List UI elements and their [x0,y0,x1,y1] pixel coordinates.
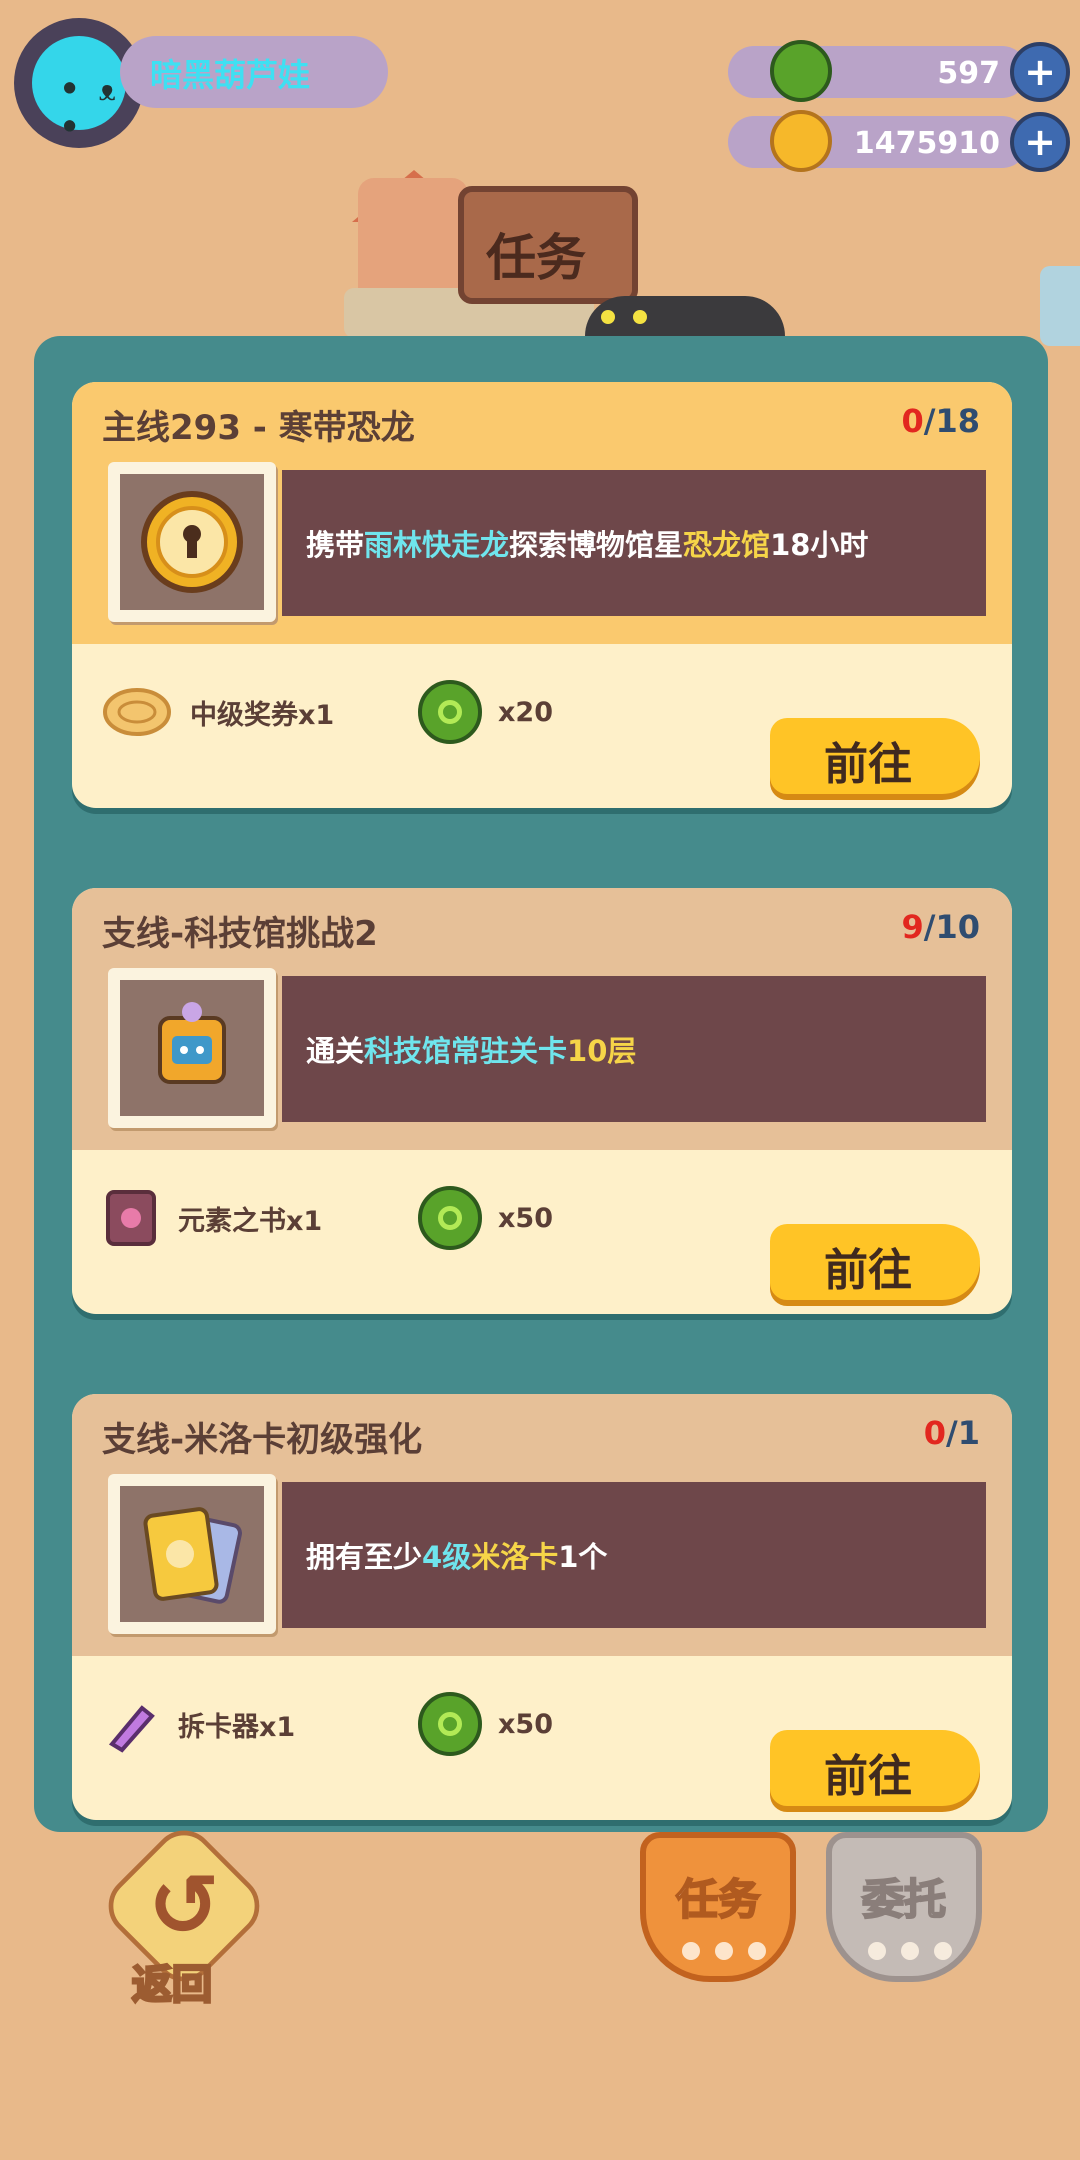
task-description-band: 通关科技馆常驻关卡10层 [282,976,986,1122]
reward-item: x50 [418,1692,553,1756]
add-green-currency-button[interactable]: + [1010,42,1070,102]
robot-backpack-icon [158,1002,226,1084]
tab-tasks[interactable]: 任务 [640,1832,796,1982]
green-donut-coin-icon [418,680,482,744]
reward-item: x50 [418,1186,553,1250]
task-title: 支线-科技馆挑战2 [102,914,378,954]
task-card: 主线293 - 寒带恐龙 0/18 携带雨林快走龙探索博物馆星恐龙馆18小时 中… [72,382,1012,808]
book-icon [106,1190,156,1246]
card-opener-icon [108,1705,155,1753]
add-gold-currency-button[interactable]: + [1010,112,1070,172]
task-panel[interactable]: 主线293 - 寒带恐龙 0/18 携带雨林快走龙探索博物馆星恐龙馆18小时 中… [34,336,1048,1832]
task-thumbnail [108,968,276,1128]
player-name: 暗黑葫芦娃 [150,56,311,94]
cat-face-icon: • ᴥ • [32,36,126,146]
paw-icon [682,1942,766,1962]
reward-item: 中级奖券x1 [102,682,334,742]
go-button[interactable]: 前往 [770,1730,980,1806]
task-description-band: 携带雨林快走龙探索博物馆星恐龙馆18小时 [282,470,986,616]
task-thumbnail [108,462,276,622]
reward-item: x20 [418,680,553,744]
task-description: 拥有至少4级米洛卡1个 [306,1540,608,1574]
reward-label: 拆卡器x1 [178,1711,296,1743]
cards-icon [143,1507,242,1604]
reward-item: 拆卡器x1 [102,1694,295,1754]
task-title: 支线-米洛卡初级强化 [102,1420,423,1460]
go-button[interactable]: 前往 [770,1224,980,1300]
tab-commission[interactable]: 委托 [826,1832,982,1982]
task-card: 支线-科技馆挑战2 9/10 通关科技馆常驻关卡10层 元素之书x1 x50 前… [72,888,1012,1314]
back-label: 返回 [131,1961,214,2010]
gold-planet-coin-icon [770,110,832,172]
task-description-band: 拥有至少4级米洛卡1个 [282,1482,986,1628]
green-currency-value: 597 [937,56,1000,91]
ticket-icon [103,688,171,736]
task-description: 通关科技馆常驻关卡10层 [306,1034,637,1068]
task-card: 支线-米洛卡初级强化 0/1 拥有至少4级米洛卡1个 拆卡器x1 x50 前往 [72,1394,1012,1820]
green-donut-coin-icon [770,40,832,102]
undo-arrow-icon: ↺ [148,1856,221,1956]
reward-label: x50 [498,1708,553,1740]
house-icon [358,178,468,298]
green-donut-coin-icon [418,1692,482,1756]
task-description: 携带雨林快走龙探索博物馆星恐龙馆18小时 [306,528,869,562]
go-button[interactable]: 前往 [770,718,980,794]
paw-icon [868,1942,952,1962]
reward-label: x50 [498,1202,553,1234]
gold-currency-value: 1475910 [853,126,1000,161]
green-donut-coin-icon [418,1186,482,1250]
task-thumbnail [108,1474,276,1634]
task-progress: 0/18 [901,402,980,440]
task-progress: 9/10 [901,908,980,946]
task-title: 主线293 - 寒带恐龙 [102,408,415,448]
side-scissors-icon[interactable] [1040,266,1080,346]
reward-item: 元素之书x1 [102,1188,322,1248]
task-progress: 0/1 [923,1414,980,1452]
reward-label: x20 [498,696,553,728]
reward-label: 元素之书x1 [178,1205,323,1237]
keyhole-coin-icon [141,491,243,593]
reward-label: 中级奖券x1 [190,699,335,731]
